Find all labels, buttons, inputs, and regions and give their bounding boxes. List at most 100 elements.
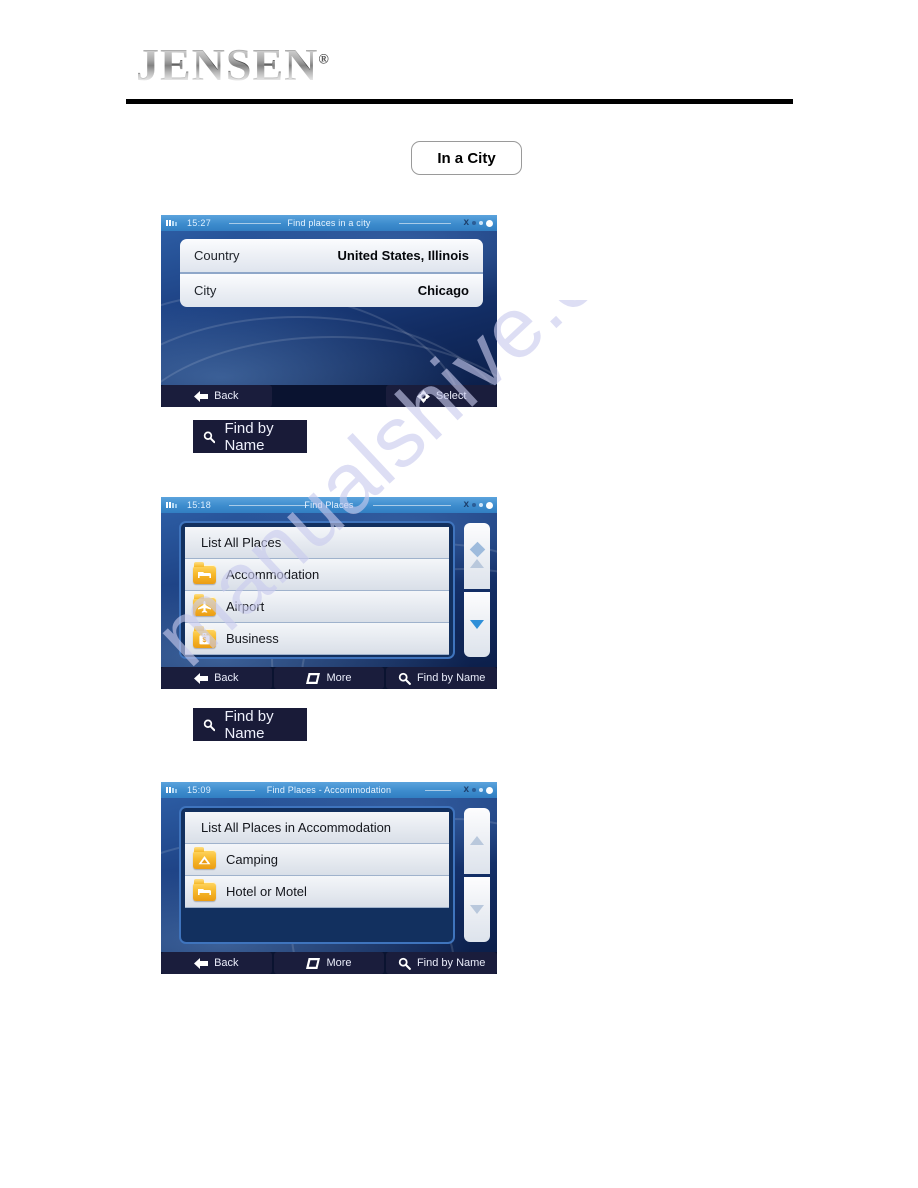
screen1-title-bar: 15:27 Find places in a city x xyxy=(161,215,497,231)
screen2-find-by-name-label: Find by Name xyxy=(416,672,486,684)
briefcase-folder-icon: $ xyxy=(193,626,216,648)
screen3-find-by-name-button[interactable]: Find by Name xyxy=(386,952,497,974)
signal-dot-2-icon xyxy=(479,503,483,507)
chevron-down-icon xyxy=(470,619,484,629)
screen3-back-button[interactable]: Back xyxy=(161,952,272,974)
screen2-bottom-bar: Back More Find by Name xyxy=(161,667,497,689)
screen1-status-icons: x xyxy=(463,218,493,228)
diamond-icon xyxy=(469,541,485,558)
search-icon xyxy=(203,719,216,731)
more-icon xyxy=(306,957,321,969)
find-by-name-label-2: Find by Name xyxy=(224,707,274,742)
title-rule-right xyxy=(373,505,451,506)
find-by-name-button-1[interactable]: Find by Name xyxy=(193,419,307,454)
country-label: Country xyxy=(194,248,240,263)
battery-dot-icon xyxy=(486,219,493,227)
scroll-down-button[interactable] xyxy=(464,876,490,942)
list-item[interactable]: Airport xyxy=(185,591,449,623)
screen3-more-button[interactable]: More xyxy=(273,952,385,974)
country-value: United States, Illinois xyxy=(337,248,469,263)
list-item[interactable]: $ Business xyxy=(185,623,449,655)
screen3-more-label: More xyxy=(326,957,352,969)
location-fields: Country United States, Illinois City Chi… xyxy=(180,239,483,307)
screen2-back-button[interactable]: Back xyxy=(161,667,272,689)
screen3-status-icons: x xyxy=(463,785,493,795)
battery-dot-icon xyxy=(486,786,493,794)
signal-dot-1-icon xyxy=(472,221,476,225)
signal-dot-1-icon xyxy=(472,788,476,792)
screen1-select-button[interactable]: Select xyxy=(386,385,497,407)
screen1-body: Country United States, Illinois City Chi… xyxy=(161,231,497,407)
jensen-logo: JENSEN® xyxy=(136,38,330,91)
screen3-find-by-name-label: Find by Name xyxy=(416,957,486,969)
satellite-icon: x xyxy=(463,217,469,228)
in-a-city-label: In a City xyxy=(437,149,496,167)
screen2-back-label: Back xyxy=(214,672,239,684)
list-item-label: List All Places in Accommodation xyxy=(201,820,392,835)
list-item-label: Hotel or Motel xyxy=(226,884,307,899)
list-item[interactable]: List All Places xyxy=(185,527,449,559)
scroll-down-button[interactable] xyxy=(464,591,490,657)
list-item[interactable]: Camping xyxy=(185,844,449,876)
screen-find-places[interactable]: 15:18 Find Places x List All Places Acco… xyxy=(161,497,497,689)
screen1-bottom-spacer xyxy=(274,385,385,407)
screen2-more-button[interactable]: More xyxy=(273,667,385,689)
screen2-find-by-name-button[interactable]: Find by Name xyxy=(386,667,497,689)
scroll-up-button[interactable] xyxy=(464,808,490,874)
list-item-label: Camping xyxy=(226,852,279,867)
screen2-body: List All Places Accommodation Airport $ … xyxy=(161,513,497,689)
arrow-down-icon xyxy=(470,904,484,914)
list-item-label: List All Places xyxy=(201,535,282,550)
crosshair-icon xyxy=(416,389,430,403)
list-item[interactable]: Hotel or Motel xyxy=(185,876,449,908)
screen2-more-label: More xyxy=(326,672,352,684)
list-scrollbar[interactable] xyxy=(464,808,490,942)
list-scrollbar[interactable] xyxy=(464,523,490,657)
list-item[interactable]: List All Places in Accommodation xyxy=(185,812,449,844)
screen3-back-label: Back xyxy=(214,957,239,969)
bed-folder-icon xyxy=(193,562,216,584)
more-icon xyxy=(306,672,321,684)
list-empty-area xyxy=(185,908,449,940)
satellite-icon: x xyxy=(463,499,469,510)
arrow-up-icon xyxy=(470,836,484,846)
screen3-title-bar: 15:09 Find Places - Accommodation x xyxy=(161,782,497,798)
screen3-bottom-bar: Back More Find by Name xyxy=(161,952,497,974)
screen3-body: List All Places in Accommodation Camping xyxy=(161,798,497,974)
screen1-back-button[interactable]: Back xyxy=(161,385,272,407)
signal-dot-1-icon xyxy=(472,503,476,507)
header-divider xyxy=(126,99,793,104)
city-value: Chicago xyxy=(417,283,469,298)
list-item-label: Accommodation xyxy=(226,567,320,582)
screen-find-places-accommodation[interactable]: 15:09 Find Places - Accommodation x List… xyxy=(161,782,497,974)
search-icon xyxy=(398,672,411,685)
scroll-up-button[interactable] xyxy=(464,523,490,589)
tent-folder-icon xyxy=(193,847,216,869)
search-icon xyxy=(203,431,216,443)
places-list[interactable]: List All Places Accommodation Airport $ … xyxy=(179,521,455,659)
city-label: City xyxy=(194,283,217,298)
arrow-left-icon xyxy=(194,672,209,684)
list-item-label: Business xyxy=(226,631,279,646)
list-item[interactable]: Accommodation xyxy=(185,559,449,591)
search-icon xyxy=(398,957,411,970)
screen1-select-label: Select xyxy=(435,390,467,402)
title-rule-right xyxy=(425,790,451,791)
screen2-status-icons: x xyxy=(463,500,493,510)
bed-folder-icon xyxy=(193,879,216,901)
title-rule-right xyxy=(399,223,451,224)
accommodation-list[interactable]: List All Places in Accommodation Camping xyxy=(179,806,455,944)
jensen-logo-text: JENSEN xyxy=(136,39,319,90)
page-header: JENSEN® xyxy=(0,0,918,110)
field-row-city[interactable]: City Chicago xyxy=(180,274,483,307)
find-by-name-button-2[interactable]: Find by Name xyxy=(193,707,307,742)
screen-find-places-in-a-city[interactable]: 15:27 Find places in a city x Country Un… xyxy=(161,215,497,407)
arrow-left-icon xyxy=(194,957,209,969)
screen1-back-label: Back xyxy=(214,390,239,402)
find-by-name-label-1: Find by Name xyxy=(224,419,274,454)
arrow-up-icon xyxy=(470,558,484,568)
field-row-country[interactable]: Country United States, Illinois xyxy=(180,239,483,272)
screen1-bottom-bar: Back Select xyxy=(161,385,497,407)
signal-dot-2-icon xyxy=(479,221,483,225)
in-a-city-button[interactable]: In a City xyxy=(411,141,522,175)
